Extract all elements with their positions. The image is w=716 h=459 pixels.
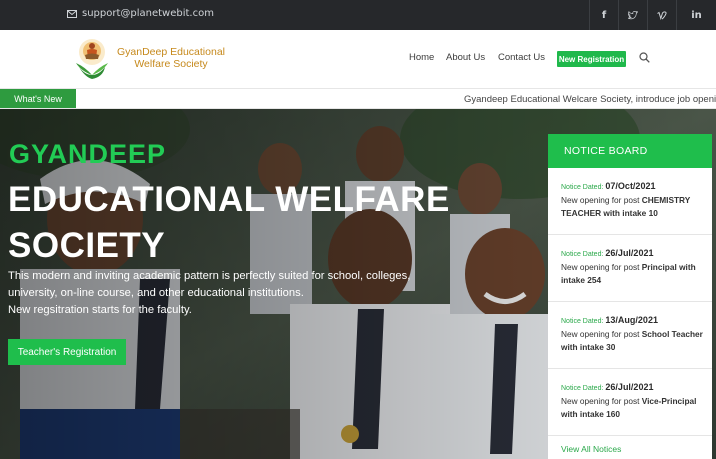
teachers-registration-button[interactable]: Teacher's Registration: [8, 339, 126, 365]
notice-date: Notice Dated: 13/Aug/2021: [561, 315, 658, 325]
hero-title-small: GYANDEEP: [9, 139, 167, 169]
twitter-icon[interactable]: [618, 0, 647, 30]
facebook-icon[interactable]: f: [589, 0, 618, 30]
top-bar: support@planetwebit.com f in: [0, 0, 716, 30]
hero-title-big: EDUCATIONAL WELFARE SOCIETY: [8, 180, 450, 265]
logo-line-2: Welfare Society: [134, 58, 208, 70]
whats-new-bar: What's New Gyandeep Educational Welcare …: [0, 88, 716, 109]
notice-text: New opening for post Principal with inta…: [561, 262, 696, 285]
logo-text[interactable]: GyanDeep Educational Welfare Society: [117, 46, 225, 70]
nav-home[interactable]: Home: [409, 52, 434, 63]
new-registration-button[interactable]: New Registration: [557, 51, 626, 67]
view-all-notices-link[interactable]: View All Notices: [548, 436, 712, 459]
support-email-text: support@planetwebit.com: [82, 8, 214, 19]
notice-date: Notice Dated: 07/Oct/2021: [561, 181, 656, 191]
logo-emblem[interactable]: [73, 37, 111, 81]
hero-description: This modern and inviting academic patter…: [8, 268, 468, 319]
notice-board-title: NOTICE BOARD: [548, 134, 712, 168]
notice-item[interactable]: Notice Dated: 26/Jul/2021 New opening for…: [548, 369, 712, 436]
search-icon[interactable]: [639, 52, 650, 63]
hero-desc-line-1: This modern and inviting academic patter…: [8, 270, 411, 282]
hero-desc-line-3: New regsitration starts for the faculty.: [8, 304, 192, 316]
notice-date: Notice Dated: 26/Jul/2021: [561, 382, 654, 392]
nav-about-us[interactable]: About Us: [446, 52, 485, 63]
mail-icon: [67, 9, 77, 18]
notice-item[interactable]: Notice Dated: 07/Oct/2021 New opening for…: [548, 168, 712, 235]
notice-item[interactable]: Notice Dated: 26/Jul/2021 New opening for…: [548, 235, 712, 302]
notice-text: New opening for post Vice-Principal with…: [561, 396, 697, 419]
social-links: f in: [589, 0, 716, 30]
vimeo-icon[interactable]: [647, 0, 676, 30]
notice-item[interactable]: Notice Dated: 13/Aug/2021 New opening for…: [548, 302, 712, 369]
hero-desc-line-2: university, on-line course, and other ed…: [8, 287, 304, 299]
linkedin-icon[interactable]: in: [676, 0, 716, 30]
nav-contact-us[interactable]: Contact Us: [498, 52, 545, 63]
notice-text: New opening for post School Teacher with…: [561, 329, 703, 352]
hero-section: GYANDEEP EDUCATIONAL WELFARE SOCIETY Thi…: [0, 109, 716, 459]
notice-text: New opening for post CHEMISTRY TEACHER w…: [561, 195, 691, 218]
news-ticker[interactable]: Gyandeep Educational Welcare Society, in…: [464, 94, 716, 105]
notice-date: Notice Dated: 26/Jul/2021: [561, 248, 654, 258]
notice-board: NOTICE BOARD Notice Dated: 07/Oct/2021 Ne…: [548, 134, 712, 459]
logo-line-1: GyanDeep Educational: [117, 46, 225, 58]
whats-new-label: What's New: [0, 89, 76, 108]
support-email[interactable]: support@planetwebit.com: [67, 8, 214, 19]
